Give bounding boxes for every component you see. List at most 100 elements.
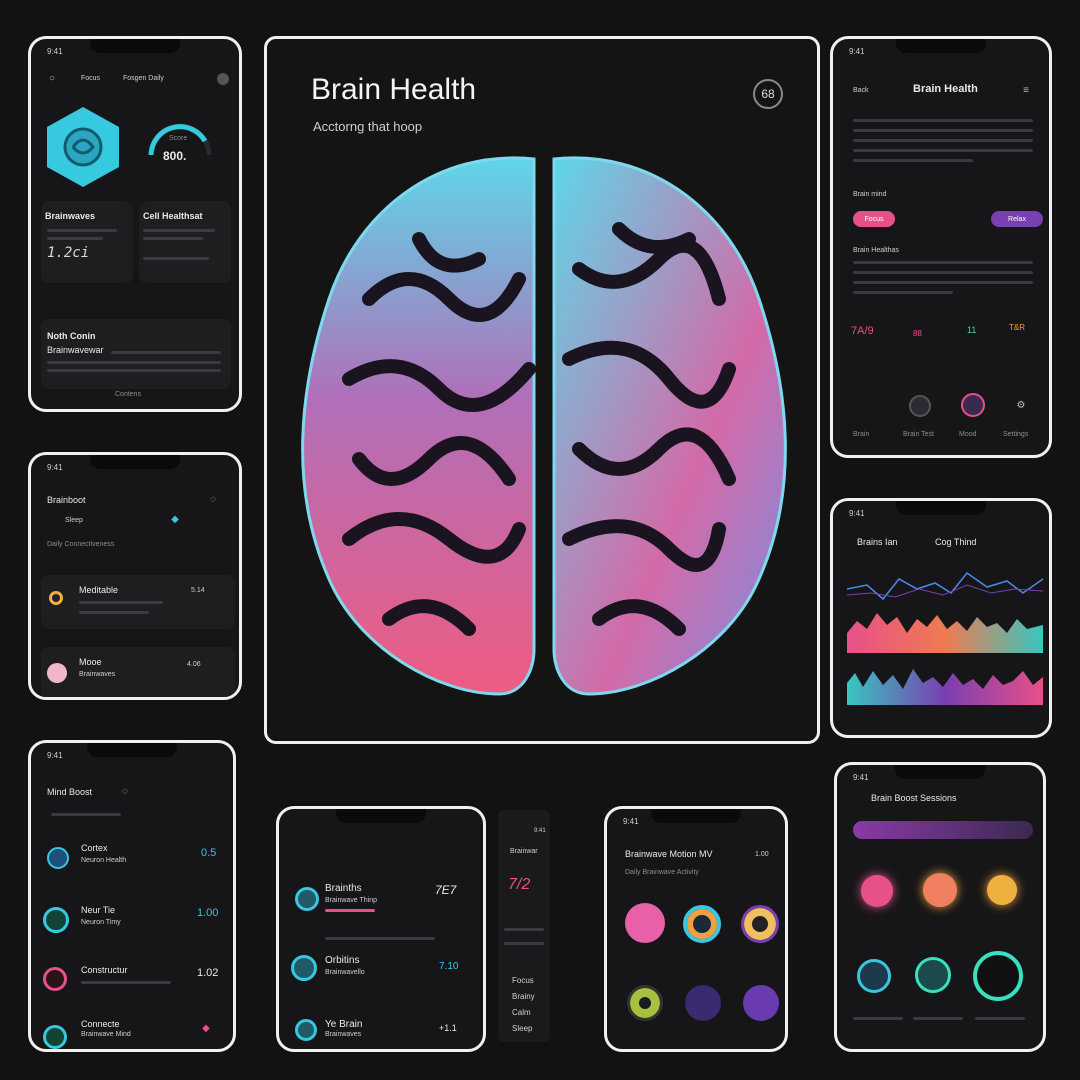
list-item-title: Meditable [79,585,119,595]
session-yellow-icon[interactable] [741,905,779,943]
side-status: 9:41 [534,828,546,834]
chart-label-b: Cog Thind [935,537,977,547]
shield-icon: ◆ [171,513,179,525]
session-orange-icon[interactable] [683,905,721,943]
list-item-value: 4.06 [187,661,201,668]
area-chart-lower [847,669,1043,705]
status-time: 9:41 [853,773,869,782]
phone-mind-boost: 9:41 Mind Boost ◌ Cortex Neuron Health 0… [28,740,236,1052]
info-icon[interactable]: ◌ [207,493,219,505]
status-time: 9:41 [623,817,639,826]
session-green-icon[interactable] [627,985,663,1021]
side-list-item[interactable]: Focus [512,976,534,985]
tabs-row[interactable]: Daily Connectiveness [47,541,114,548]
side-list-item[interactable]: Sleep [512,1024,532,1033]
nav-test[interactable]: Brain Test [903,431,934,438]
status-time: 9:41 [47,751,63,760]
text-line [47,229,117,232]
gauge-label: Score [169,135,188,142]
settings-icon[interactable]: ○ [45,71,59,85]
session-pink-icon[interactable] [861,875,893,907]
ye-brain-icon [295,1019,317,1041]
connect-icon [43,1025,67,1049]
text-line [853,159,973,162]
list-item-sub: Brainwave Thinp [325,897,378,904]
list-item-title: Orbitins [325,955,360,966]
side-panel: 9:41 Brainwar 7/2 Focus Brainy Calm Slee… [498,810,550,1042]
info-icon[interactable]: ◌ [119,785,131,797]
list-item-sub: Brainwave Mind [81,1031,131,1038]
text-line [81,981,171,984]
phone-brainwave-motion: 9:41 Brainwave Motion MV 1.00 Daily Brai… [604,806,788,1052]
phone-brain-list: Brainths Brainwave Thinp 7E7 Orbitins Br… [276,806,486,1052]
text-line [853,149,1033,152]
text-line [853,139,1033,142]
session-purple-icon[interactable] [685,985,721,1021]
list-item-value: 0.5 [201,847,217,859]
nav-brain-icon[interactable] [909,395,931,417]
screen-sub: Daily Brainwave Activity [625,869,699,876]
progress-bar [853,821,1033,839]
back-link[interactable]: Back [853,87,869,94]
list-item-sub: Neuron Timy [81,919,121,926]
list-item[interactable] [41,647,235,697]
score-badge[interactable]: 68 [753,79,783,109]
nav-brain[interactable]: Brain [853,431,869,438]
menu-icon[interactable]: ≡ [1019,83,1033,97]
text-line [143,257,209,260]
header-value: 1.00 [755,851,769,858]
stat-d: T&R [1009,323,1025,332]
list-item-sub: Brainwaves [325,1031,362,1038]
text-line [853,1017,903,1020]
text-line [853,261,1033,264]
screen-header: Brainboot [47,495,86,505]
text-line [325,909,375,912]
side-list-item[interactable]: Brainy [512,992,535,1001]
text-line [913,1017,963,1020]
focus-button[interactable]: Focus [853,211,895,227]
list-item-value: 1.02 [197,967,219,979]
score-badge-value: 68 [761,87,775,101]
avatar[interactable] [217,73,229,85]
brain-icon [295,887,319,911]
footer-link[interactable]: Contens [115,391,141,398]
cell-health-title: Cell Healthsat [143,211,203,221]
nav-mood[interactable]: Mood [959,431,977,438]
screen-header: Brainwave Motion MV [625,849,713,859]
session-teal-icon[interactable] [857,959,891,993]
tab-daily[interactable]: Fosgen Daily [123,75,164,82]
session-ring-icon[interactable] [973,951,1023,1001]
text-line [47,369,221,372]
session-pink-icon[interactable] [625,903,665,943]
screen-header: Brain Boost Sessions [871,793,957,803]
status-time: 9:41 [47,47,63,56]
notch [651,809,741,823]
main-brain-panel: Brain Health Acctorng that hoop 68 [264,36,820,744]
list-item-value: 7E7 [435,883,457,897]
status-time: 9:41 [849,47,865,56]
session-violet-icon[interactable] [743,985,779,1021]
list-item-value: 1.00 [197,907,219,919]
session-orange-icon[interactable] [923,873,957,907]
list-item-title: Cortex [81,843,108,853]
side-list-item[interactable]: Calm [512,1008,531,1017]
area-chart-upper [847,613,1043,653]
status-time: 9:41 [47,463,63,472]
brain-illustration [301,156,787,696]
session-yellow-icon[interactable] [987,875,1017,905]
stat-c: 11 [967,325,977,335]
hexagon-brain-icon [47,107,119,187]
mood-icon [47,663,67,683]
session-cyan-icon[interactable] [915,957,951,993]
screen-title: Brain Health [913,83,978,95]
tab-focus[interactable]: Focus [81,75,100,82]
nav-test-icon[interactable] [961,393,985,417]
construct-icon [43,967,67,991]
phone-dashboard: 9:41 ○ Focus Fosgen Daily Score 800. Bra… [28,36,242,412]
relax-button[interactable]: Relax [991,211,1043,227]
nav-settings-icon[interactable]: ⚙ [1013,397,1029,413]
list-item-value: +1.1 [439,1023,457,1033]
section-title: Brain mind [853,191,887,198]
cortex-icon [47,847,69,869]
nav-settings[interactable]: Settings [1003,431,1028,438]
